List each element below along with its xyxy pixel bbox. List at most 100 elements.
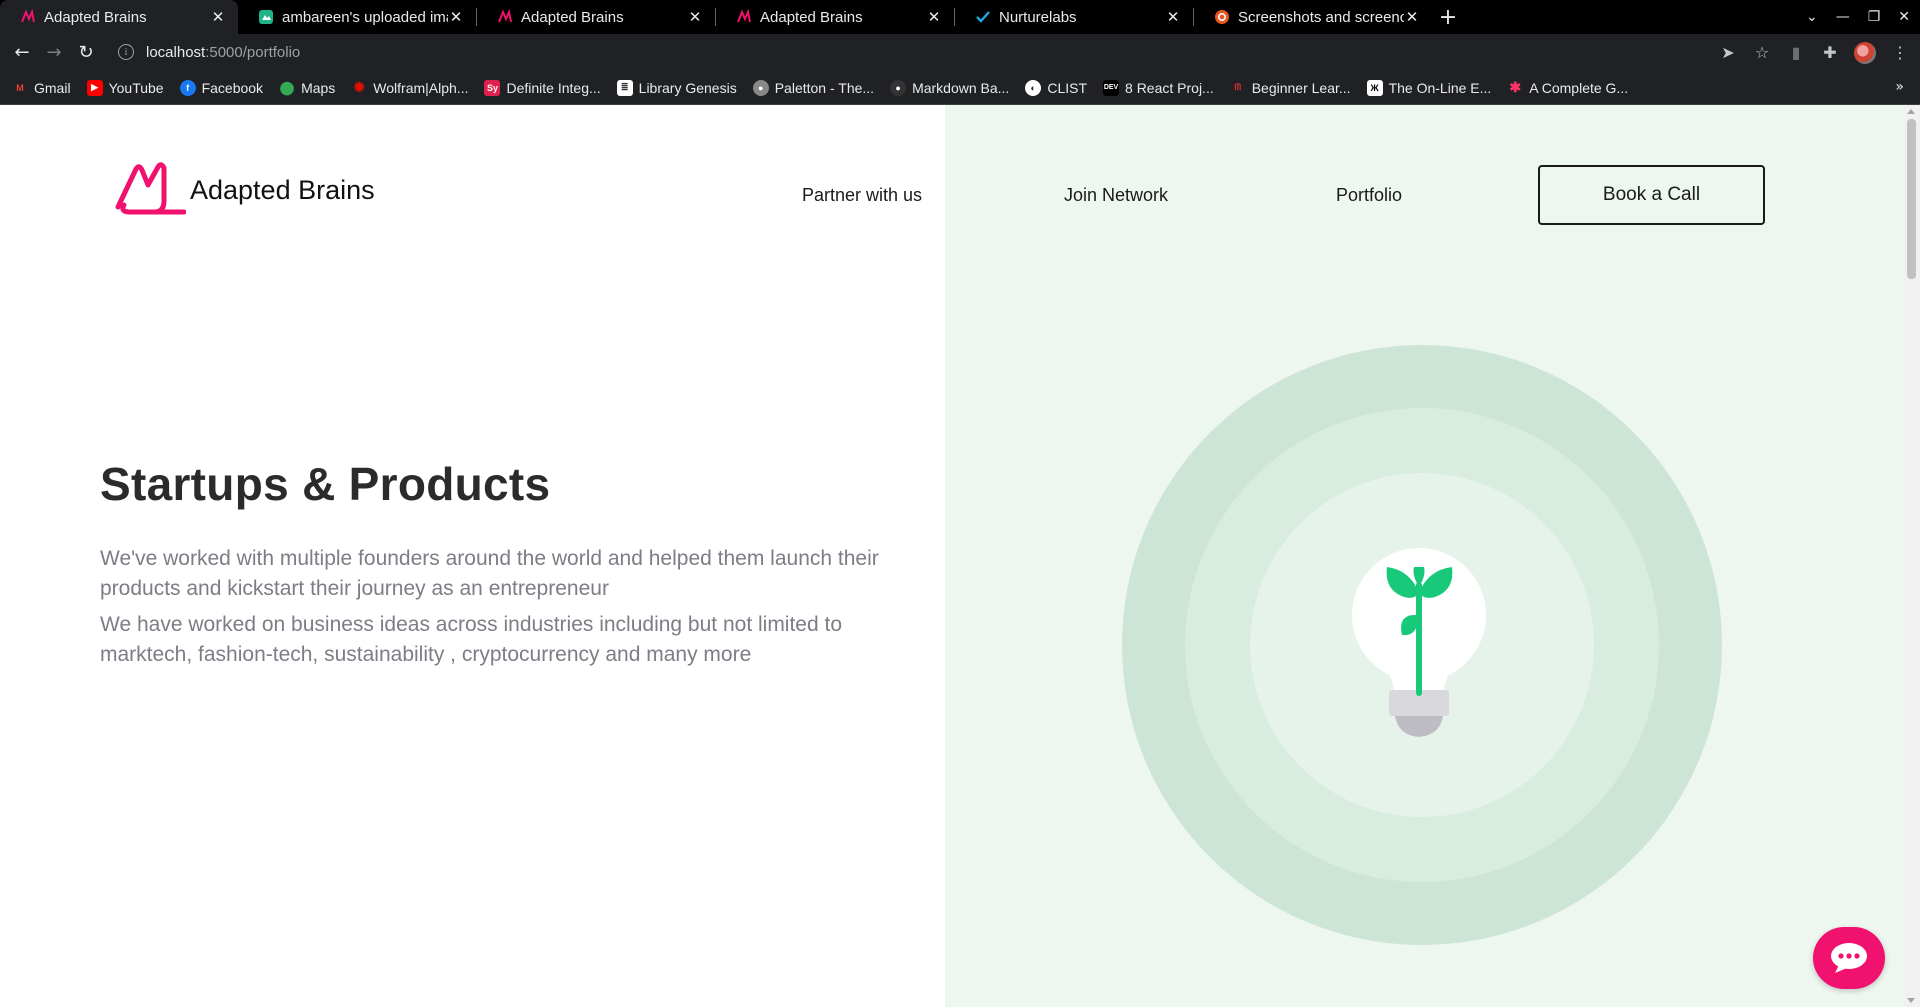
bookmark-facebook[interactable]: f Facebook	[179, 79, 264, 96]
bookmark-label: YouTube	[108, 79, 164, 96]
bookmark-clist[interactable]: ◐ CLIST	[1025, 79, 1088, 96]
hero-paragraph-2: We have worked on business ideas across …	[100, 613, 843, 666]
tab-uploaded-images[interactable]: ambareen's uploaded ima ✕	[238, 0, 476, 34]
tab-nurturelabs[interactable]: Nurturelabs ✕	[955, 0, 1193, 34]
tab-screenshots[interactable]: Screenshots and screenca ✕	[1194, 0, 1432, 34]
bookmark-libgen[interactable]: ≣ Library Genesis	[616, 79, 737, 96]
bookmark-label: Markdown Ba...	[912, 79, 1010, 96]
bookmark-react[interactable]: DEV 8 React Proj...	[1103, 79, 1214, 96]
bookmark-label: CLIST	[1047, 79, 1088, 96]
nav-portfolio-link[interactable]: Portfolio	[1336, 185, 1402, 206]
tab-search-icon[interactable]: ⌄	[1806, 9, 1818, 25]
book-call-button[interactable]: Book a Call	[1538, 165, 1765, 225]
avatar[interactable]	[1854, 41, 1876, 64]
page-title: Startups & Products	[100, 458, 551, 510]
check-icon	[975, 9, 991, 25]
url-path: :5000/portfolio	[205, 43, 301, 61]
close-window-icon[interactable]: ✕	[1898, 9, 1910, 25]
info-icon[interactable]: i	[118, 44, 134, 60]
bookmark-symbolab[interactable]: Sy Definite Integ...	[484, 79, 601, 96]
bookmark-paletton[interactable]: ● Paletton - The...	[752, 79, 875, 96]
bookmark-gmail[interactable]: M Gmail	[12, 79, 71, 96]
bookmark-label: Library Genesis	[638, 79, 737, 96]
new-tab-button[interactable]: +	[1432, 0, 1464, 34]
minimize-icon[interactable]: —	[1836, 9, 1850, 25]
bookmark-label: 8 React Proj...	[1125, 79, 1214, 96]
gmail-icon: M	[16, 82, 24, 93]
youtube-icon: ▶	[86, 79, 103, 96]
browser-toolbar: ← → ↻ i localhost:5000/portfolio ➤ ☆ ▮ ✚…	[0, 34, 1920, 71]
bookmark-label: Paletton - The...	[774, 79, 875, 96]
address-bar[interactable]: i localhost:5000/portfolio	[110, 37, 1790, 67]
adapted-brains-logo-icon	[115, 162, 186, 215]
nav-partner-link[interactable]: Partner with us	[802, 185, 922, 206]
bookmark-markdown[interactable]: ● Markdown Ba...	[890, 79, 1010, 96]
oeis-icon: Ж	[1366, 79, 1383, 96]
restore-icon[interactable]: ❐	[1868, 9, 1881, 25]
bookmark-wolfram[interactable]: ✹ Wolfram|Alph...	[351, 79, 468, 96]
tab-adapted-brains-2[interactable]: Adapted Brains ✕	[477, 0, 715, 34]
bookmark-label: Definite Integ...	[506, 79, 601, 96]
bookmark-youtube[interactable]: ▶ YouTube	[86, 79, 164, 96]
page-content: Adapted Brains Partner with us Join Netw…	[0, 105, 1920, 1007]
facebook-icon: f	[179, 79, 196, 96]
back-icon[interactable]: ←	[6, 37, 38, 69]
brand-name: Adapted Brains	[190, 174, 375, 205]
forward-icon[interactable]: →	[38, 37, 70, 69]
close-icon[interactable]: ✕	[1165, 8, 1181, 26]
tab-adapted-brains-active[interactable]: Adapted Brains ✕	[0, 0, 238, 34]
ubuntu-icon	[1214, 9, 1230, 25]
menu-icon[interactable]: ⋮	[1890, 43, 1910, 63]
extension-icon[interactable]: ▮	[1786, 43, 1806, 63]
tab-title: Screenshots and screenca	[1238, 8, 1404, 26]
css-tricks-icon: ✱	[1509, 79, 1522, 95]
tab-strip: Adapted Brains ✕ ambareen's uploaded ima…	[0, 0, 1920, 34]
adapted-brains-icon	[736, 9, 752, 25]
nav-join-network-link[interactable]: Join Network	[1064, 185, 1168, 206]
url-host: localhost	[146, 43, 206, 61]
brand-logo[interactable]: Adapted Brains	[114, 161, 375, 219]
scroll-up-icon[interactable]	[1907, 109, 1915, 114]
scrollbar-thumb[interactable]	[1907, 119, 1916, 279]
window-controls: ⌄ — ❐ ✕	[1806, 0, 1910, 34]
close-icon[interactable]: ✕	[210, 8, 226, 26]
reload-icon[interactable]: ↻	[70, 37, 102, 69]
bookmark-star-icon[interactable]: ☆	[1752, 43, 1772, 63]
close-icon[interactable]: ✕	[687, 8, 703, 26]
bookmark-label: Gmail	[34, 79, 71, 96]
bookmarks-bar: M Gmail ▶ YouTube f Facebook ⬤ Maps ✹ Wolfram…	[0, 71, 1920, 105]
puzzle-icon[interactable]: ✚	[1820, 43, 1840, 63]
codecademy-icon: ᗰ	[1234, 82, 1241, 92]
close-icon[interactable]: ✕	[926, 8, 942, 26]
send-icon[interactable]: ➤	[1718, 43, 1738, 63]
bookmark-maps[interactable]: ⬤ Maps	[279, 79, 336, 96]
bookmark-css-tricks[interactable]: ✱ A Complete G...	[1507, 79, 1629, 96]
bookmark-oeis[interactable]: Ж The On-Line E...	[1366, 79, 1492, 96]
scrollbar[interactable]	[1903, 105, 1920, 1007]
adapted-brains-icon	[20, 9, 36, 25]
adapted-brains-icon	[497, 9, 513, 25]
close-icon[interactable]: ✕	[448, 8, 464, 26]
bookmark-label: Facebook	[201, 79, 264, 96]
github-icon: ●	[890, 79, 907, 96]
tab-title: Nurturelabs	[999, 8, 1077, 26]
uploaded-images-icon	[258, 9, 274, 25]
close-icon[interactable]: ✕	[1404, 8, 1420, 26]
bookmark-label: Beginner Lear...	[1251, 79, 1351, 96]
tab-title: Adapted Brains	[44, 8, 147, 26]
tab-adapted-brains-3[interactable]: Adapted Brains ✕	[716, 0, 954, 34]
bookmark-codecademy[interactable]: ᗰ Beginner Lear...	[1230, 79, 1351, 96]
bookmark-label: A Complete G...	[1529, 79, 1629, 96]
wolfram-icon: ✹	[353, 79, 366, 95]
hero-paragraph-1: We've worked with multiple founders arou…	[100, 547, 879, 600]
toolbar-actions: ➤ ☆ ▮ ✚ ⋮	[1718, 34, 1910, 71]
bookmark-label: The On-Line E...	[1388, 79, 1492, 96]
scroll-down-icon[interactable]	[1907, 998, 1915, 1003]
libgen-icon: ≣	[616, 79, 633, 96]
tab-title: Adapted Brains	[521, 8, 624, 26]
chevron-right-icon[interactable]: »	[1895, 79, 1904, 95]
chat-button[interactable]	[1813, 927, 1885, 989]
chat-bubble-icon	[1831, 943, 1867, 973]
maps-icon: ⬤	[279, 79, 295, 95]
paletton-icon: ●	[752, 79, 769, 96]
